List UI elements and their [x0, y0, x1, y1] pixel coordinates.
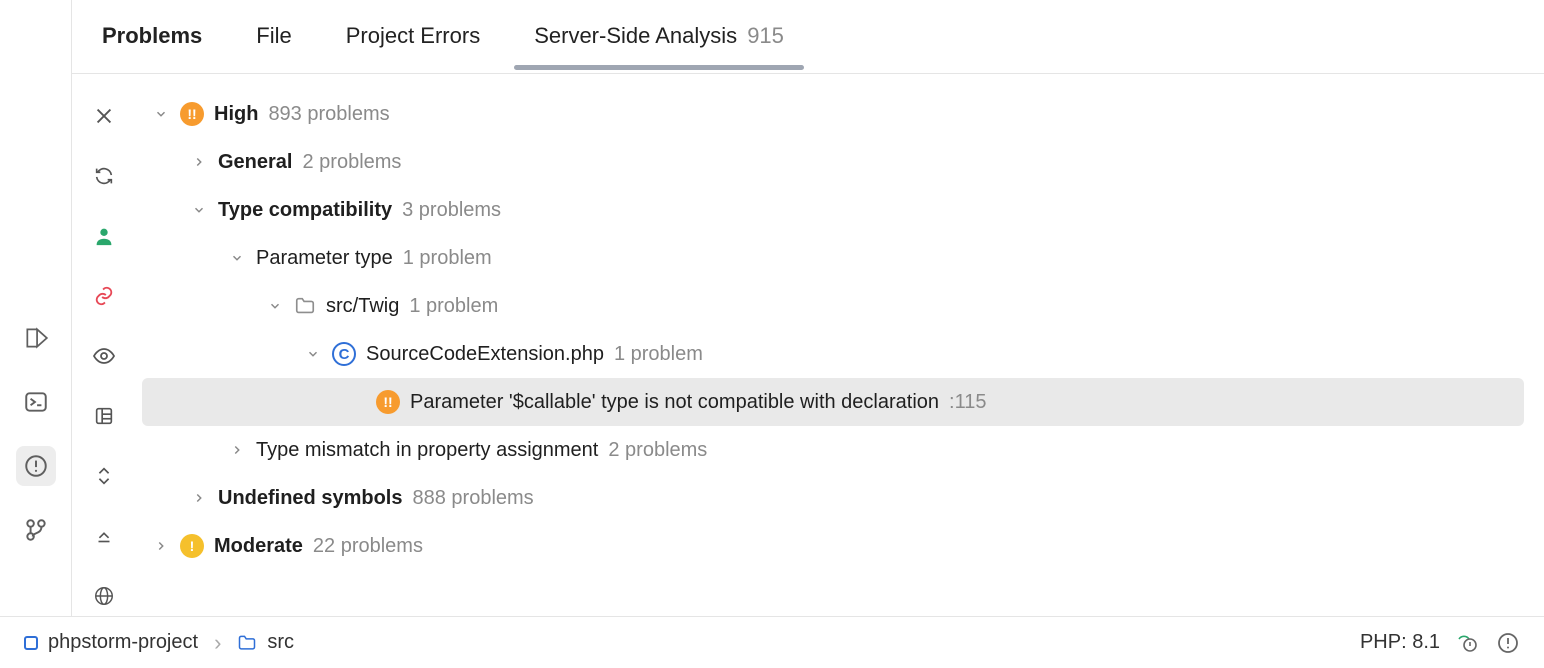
tab-problems[interactable]: Problems — [102, 23, 202, 69]
refresh-icon[interactable] — [86, 158, 122, 194]
tree-count: 893 problems — [268, 103, 389, 126]
eye-icon[interactable] — [86, 338, 122, 374]
tree-node-moderate[interactable]: ! Moderate 22 problems — [142, 522, 1524, 570]
chevron-right-icon: › — [208, 630, 227, 656]
tree-label: Type compatibility — [218, 199, 392, 222]
tree-count: 1 problem — [409, 295, 498, 318]
problems-indicator-icon[interactable] — [1496, 631, 1520, 655]
tree-label: General — [218, 151, 292, 174]
tool-window-bar — [0, 0, 72, 616]
tree-label: Type mismatch in property assignment — [256, 439, 598, 462]
problems-toolbar — [72, 74, 136, 616]
vcs-tool-icon[interactable] — [16, 510, 56, 550]
folder-icon — [237, 633, 257, 653]
severity-high-icon: !! — [180, 102, 204, 126]
tree-label: SourceCodeExtension.php — [366, 343, 604, 366]
breadcrumb[interactable]: phpstorm-project › src — [24, 630, 294, 656]
tree-node-type-compatibility[interactable]: Type compatibility 3 problems — [142, 186, 1524, 234]
chevron-down-icon[interactable] — [266, 297, 284, 315]
tree-node-file[interactable]: C SourceCodeExtension.php 1 problem — [142, 330, 1524, 378]
tree-count: 2 problems — [302, 151, 401, 174]
severity-moderate-icon: ! — [180, 534, 204, 558]
tab-count: 915 — [747, 23, 784, 49]
tree-node-undefined-symbols[interactable]: Undefined symbols 888 problems — [142, 474, 1524, 522]
tree-count: 888 problems — [412, 487, 533, 510]
problems-panel: Problems File Project Errors Server-Side… — [72, 0, 1544, 616]
tree-count: 3 problems — [402, 199, 501, 222]
tab-server-side-analysis[interactable]: Server-Side Analysis 915 — [534, 23, 784, 69]
user-icon[interactable] — [86, 218, 122, 254]
tab-file[interactable]: File — [256, 23, 291, 69]
tree-node-type-mismatch[interactable]: Type mismatch in property assignment 2 p… — [142, 426, 1524, 474]
problems-tool-icon[interactable] — [16, 446, 56, 486]
tree-count: 1 problem — [614, 343, 703, 366]
tree-node-parameter-type[interactable]: Parameter type 1 problem — [142, 234, 1524, 282]
tab-label: Server-Side Analysis — [534, 23, 737, 49]
tree-label: src/Twig — [326, 295, 399, 318]
issue-line: :115 — [949, 391, 986, 414]
tree-count: 22 problems — [313, 535, 423, 558]
problems-tabbar: Problems File Project Errors Server-Side… — [72, 0, 1544, 74]
tree-label: Moderate — [214, 535, 303, 558]
tab-label: Problems — [102, 23, 202, 49]
link-icon[interactable] — [86, 278, 122, 314]
breadcrumb-folder: src — [267, 631, 294, 654]
tab-label: Project Errors — [346, 23, 480, 49]
severity-high-icon: !! — [376, 390, 400, 414]
breadcrumb-project: phpstorm-project — [48, 631, 198, 654]
php-version[interactable]: PHP: 8.1 — [1360, 631, 1440, 654]
run-tool-icon[interactable] — [16, 318, 56, 358]
tree-node-general[interactable]: General 2 problems — [142, 138, 1524, 186]
chevron-right-icon[interactable] — [152, 537, 170, 555]
chevron-right-icon[interactable] — [190, 489, 208, 507]
tab-label: File — [256, 23, 291, 49]
problems-tree[interactable]: !! High 893 problems General 2 problems … — [136, 74, 1544, 616]
close-icon[interactable] — [86, 98, 122, 134]
tree-label: Undefined symbols — [218, 487, 402, 510]
web-icon[interactable] — [86, 578, 122, 614]
tree-count: 1 problem — [403, 247, 492, 270]
layout-icon[interactable] — [86, 398, 122, 434]
tree-node-high[interactable]: !! High 893 problems — [142, 90, 1524, 138]
tree-node-issue[interactable]: !! Parameter '$callable' type is not com… — [142, 378, 1524, 426]
status-bar: phpstorm-project › src PHP: 8.1 — [0, 616, 1544, 668]
expand-collapse-icon[interactable] — [86, 458, 122, 494]
project-icon — [24, 636, 38, 650]
chevron-right-icon[interactable] — [190, 153, 208, 171]
php-class-icon: C — [332, 342, 356, 366]
collapse-all-icon[interactable] — [86, 518, 122, 554]
chevron-down-icon[interactable] — [228, 249, 246, 267]
chevron-down-icon[interactable] — [152, 105, 170, 123]
issue-text: Parameter '$callable' type is not compat… — [410, 391, 939, 414]
terminal-tool-icon[interactable] — [16, 382, 56, 422]
tree-label: Parameter type — [256, 247, 393, 270]
chevron-down-icon[interactable] — [304, 345, 322, 363]
chevron-right-icon[interactable] — [228, 441, 246, 459]
tree-node-folder[interactable]: src/Twig 1 problem — [142, 282, 1524, 330]
tab-project-errors[interactable]: Project Errors — [346, 23, 480, 69]
inspection-icon[interactable] — [1456, 631, 1480, 655]
folder-icon — [294, 295, 316, 317]
tree-label: High — [214, 103, 258, 126]
tree-count: 2 problems — [608, 439, 707, 462]
chevron-down-icon[interactable] — [190, 201, 208, 219]
